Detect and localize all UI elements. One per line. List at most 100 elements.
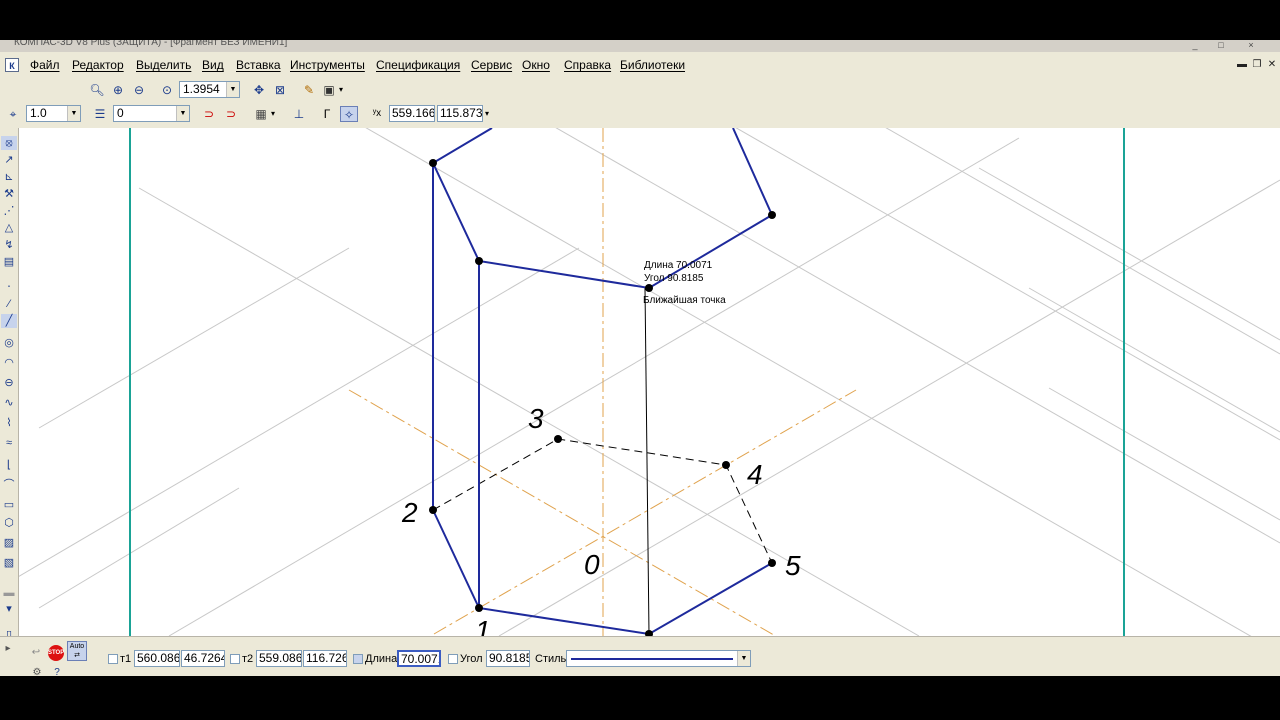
point-label-1: 1 [475, 615, 491, 636]
menu-edit[interactable]: Редактор [72, 58, 124, 72]
angle-field[interactable]: 90.8185 [486, 650, 530, 667]
point-tool-icon[interactable]: ⋅ [1, 280, 17, 294]
chamfer-tool-icon[interactable]: ⌊ [1, 458, 17, 472]
local-cs-icon[interactable]: ⊥ [290, 106, 308, 122]
local-snap-icon[interactable]: ⊃ [222, 106, 240, 122]
length-checkbox[interactable] [353, 654, 363, 664]
snap-magnet-icon[interactable]: ⊃ [200, 106, 218, 122]
menu-help[interactable]: Справка [564, 58, 611, 72]
p2-checkbox[interactable] [230, 654, 240, 664]
spec-panel-icon[interactable]: ▤ [1, 255, 17, 269]
coord-y-field[interactable]: 115.873 [437, 105, 483, 122]
menu-file[interactable]: Файл [30, 58, 60, 72]
chevron-down-icon[interactable]: ▼ [67, 106, 80, 121]
doc-close-button[interactable]: ✕ [1266, 59, 1278, 71]
measure-panel-icon[interactable]: △ [1, 221, 17, 235]
menu-libraries[interactable]: Библиотеки [620, 58, 685, 72]
document-icon[interactable]: К [5, 58, 19, 72]
edit-panel-icon[interactable]: ⚒ [1, 187, 17, 201]
vertex-point[interactable] [645, 284, 653, 292]
menu-view[interactable]: Вид [202, 58, 224, 72]
settings-icon[interactable]: ⚙ [30, 667, 44, 676]
polygon-tool-icon[interactable]: ⬡ [1, 516, 17, 530]
arc-tool-icon[interactable]: ◠ [1, 356, 17, 370]
construction-line [365, 128, 1252, 636]
zoom-combo[interactable]: 1.3954 ▼ [179, 81, 240, 98]
circle-tool-icon[interactable]: ◎ [1, 336, 17, 350]
doc-restore-button[interactable]: ❐ [1251, 59, 1263, 71]
vertex-point-3[interactable] [554, 435, 562, 443]
menu-tools[interactable]: Инструменты [290, 58, 365, 72]
polyline-tool-icon[interactable]: ⌇ [1, 416, 17, 430]
step-combo[interactable]: 1.0 ▼ [26, 105, 81, 122]
chevron-down-icon[interactable]: ▾ [336, 82, 346, 98]
rubber-band-line [644, 287, 650, 635]
pan-icon[interactable]: ✥ [250, 82, 268, 98]
vertex-point-4[interactable] [722, 461, 730, 469]
vertex-point[interactable] [475, 257, 483, 265]
zoom-scale-icon[interactable]: ⊙ [158, 82, 176, 98]
spline-tool-icon[interactable]: ∿ [1, 396, 17, 410]
layer-combo[interactable]: 0 ▼ [113, 105, 190, 122]
fillet-tool-icon[interactable]: ⌒ [1, 478, 17, 492]
back-arrow-icon[interactable]: ↩ [28, 647, 44, 658]
menu-insert[interactable]: Вставка [236, 58, 281, 72]
bezier-tool-icon[interactable]: ≈ [1, 436, 17, 450]
vertex-point[interactable] [768, 211, 776, 219]
ortho-icon[interactable]: Г [318, 106, 336, 122]
zoom-in-icon[interactable]: ⊕ [109, 82, 127, 98]
help-icon[interactable]: ? [50, 667, 64, 676]
window-close-button[interactable]: × [1240, 40, 1262, 51]
geometry-panel-icon[interactable]: ⦻ [1, 136, 17, 150]
window-minimize-button[interactable]: _ [1184, 40, 1206, 51]
property-bar: ↩ STOP Auto⇄ т1 560.0862 46.7264 т2 559.… [0, 636, 1280, 676]
vertex-point-1[interactable] [475, 604, 483, 612]
dimensions-panel-icon[interactable]: ↗ [1, 153, 17, 167]
coord-x-field[interactable]: 559.166 [389, 105, 435, 122]
auto-create-icon[interactable]: Auto ⇄ [67, 641, 87, 661]
chevron-down-icon[interactable]: ▾ [268, 106, 278, 122]
length-field[interactable]: 70.0071 [397, 650, 441, 667]
stop-icon[interactable]: STOP [48, 645, 64, 661]
chevron-down-icon[interactable]: ▼ [737, 651, 750, 666]
refresh-icon[interactable]: ✎ [300, 82, 318, 98]
symbols-panel-icon[interactable]: ⊾ [1, 170, 17, 184]
p2-y-field[interactable]: 116.7264 [303, 650, 347, 667]
line-style-combo[interactable]: ▼ [566, 650, 751, 667]
point-labels: 1 2 3 4 5 0 [401, 403, 801, 636]
chevron-down-icon[interactable]: ▼ [226, 82, 239, 97]
p2-x-field[interactable]: 559.0862 [256, 650, 302, 667]
angle-checkbox[interactable] [448, 654, 458, 664]
drawing-canvas[interactable]: 1 2 3 4 5 0 Длина 70.0071 Угол 90.8185 Б… [19, 128, 1280, 636]
menu-specification[interactable]: Спецификация [376, 58, 460, 72]
segment-tool-icon[interactable]: ╱ [1, 314, 17, 328]
aux-line-tool-icon[interactable]: ⁄ [1, 297, 17, 311]
menu-window[interactable]: Окно [522, 58, 550, 72]
step-cursor-icon[interactable]: ⌖ [4, 106, 22, 122]
contour-tool-icon[interactable]: ▧ [1, 556, 17, 570]
doc-minimize-button[interactable]: ▬ [1236, 59, 1248, 71]
p2-label: т2 [242, 653, 254, 665]
scroll-down-icon[interactable]: ▾ [1, 602, 17, 616]
zoom-out-icon[interactable]: ⊖ [130, 82, 148, 98]
layers-icon[interactable]: ☰ [91, 106, 109, 122]
p1-x-field[interactable]: 560.0862 [134, 650, 180, 667]
vertex-point-2[interactable] [429, 506, 437, 514]
menu-service[interactable]: Сервис [471, 58, 512, 72]
ellipse-tool-icon[interactable]: ⊖ [1, 376, 17, 390]
vertex-point-5[interactable] [768, 559, 776, 567]
zoom-window-icon[interactable]: 🔍︎ [88, 82, 106, 98]
p1-checkbox[interactable] [108, 654, 118, 664]
p1-y-field[interactable]: 46.7264 [181, 650, 225, 667]
vertex-point[interactable] [429, 159, 437, 167]
show-all-icon[interactable]: ⊠ [271, 82, 289, 98]
parametrization-panel-icon[interactable]: ⋰ [1, 204, 17, 218]
menu-select[interactable]: Выделить [136, 58, 191, 72]
cursor-snap-icon[interactable]: ✧ [340, 106, 358, 122]
chevron-down-icon[interactable]: ▼ [176, 106, 189, 121]
hatch-tool-icon[interactable]: ▨ [1, 536, 17, 550]
select-panel-icon[interactable]: ↯ [1, 238, 17, 252]
rectangle-tool-icon[interactable]: ▭ [1, 498, 17, 512]
chevron-down-icon[interactable]: ▾ [482, 106, 492, 122]
window-maximize-button[interactable]: □ [1210, 40, 1232, 51]
